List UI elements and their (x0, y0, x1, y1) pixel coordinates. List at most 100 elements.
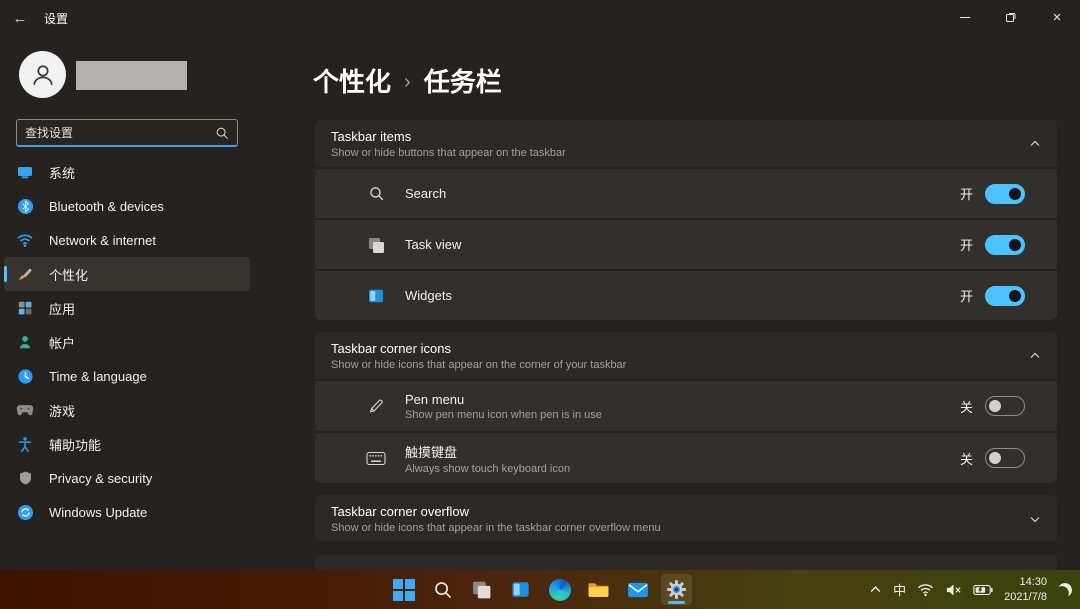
row-touch-keyboard: 触摸键盘 Always show touch keyboard icon 关 (315, 433, 1057, 483)
row-pen-menu: Pen menu Show pen menu icon when pen is … (315, 381, 1057, 431)
restore-button[interactable] (988, 0, 1034, 34)
back-button[interactable]: ← (0, 0, 40, 36)
settings-search-box[interactable] (16, 119, 238, 147)
widgets-icon (510, 579, 531, 600)
sidebar-item-label: 游戏 (49, 401, 75, 420)
sidebar-item-label: Time & language (49, 369, 147, 384)
edge-button[interactable] (544, 574, 575, 605)
sidebar-item-gaming[interactable]: 游戏 (4, 393, 250, 427)
gamepad-icon (16, 401, 34, 419)
folder-icon (587, 580, 610, 599)
pen-menu-toggle[interactable] (985, 396, 1025, 416)
sidebar-item-bluetooth-devices[interactable]: Bluetooth & devices (4, 189, 250, 223)
row-sublabel: Show pen menu icon when pen is in use (405, 409, 602, 421)
start-button[interactable] (388, 574, 419, 605)
toggle-state-label: 开 (960, 235, 973, 254)
mail-button[interactable] (622, 574, 653, 605)
apps-icon (16, 299, 34, 317)
chevron-up-icon[interactable] (1029, 350, 1041, 362)
widgets-icon (365, 285, 387, 307)
breadcrumb-personalization[interactable]: 个性化 (313, 62, 391, 99)
battery-icon[interactable] (973, 584, 993, 596)
system-tray: 中 14:30 2021/7/8 (869, 570, 1072, 609)
row-task-view: Task view 开 (315, 220, 1057, 269)
window-controls: × (942, 0, 1080, 34)
widgets-button[interactable] (505, 574, 536, 605)
toggle-state-label: 关 (960, 397, 973, 416)
file-explorer-button[interactable] (583, 574, 614, 605)
close-button[interactable]: × (1034, 0, 1080, 34)
person-icon (29, 61, 57, 89)
row-controls: 关 (960, 396, 1025, 416)
card-header-text: Taskbar items Show or hide buttons that … (331, 129, 1029, 159)
row-controls: 开 (960, 184, 1025, 204)
row-controls: 开 (960, 286, 1025, 306)
row-controls: 关 (960, 448, 1025, 468)
widgets-toggle[interactable] (985, 286, 1025, 306)
minimize-icon (960, 17, 970, 18)
ime-indicator[interactable]: 中 (893, 580, 906, 599)
chevron-down-icon[interactable] (1029, 513, 1041, 525)
sidebar: 系统 Bluetooth & devices Network & interne… (0, 36, 300, 609)
card-taskbar-items-header[interactable]: Taskbar items Show or hide buttons that … (315, 120, 1057, 167)
tray-chevron-up-icon[interactable] (869, 583, 882, 596)
search-toggle[interactable] (985, 184, 1025, 204)
sidebar-item-label: Network & internet (49, 233, 156, 248)
sidebar-item-network-internet[interactable]: Network & internet (4, 223, 250, 257)
tray-clock[interactable]: 14:30 2021/7/8 (1004, 575, 1047, 604)
taskbar-search-button[interactable] (427, 574, 458, 605)
search-icon (433, 580, 453, 600)
accounts-icon (16, 333, 34, 351)
clock-icon (16, 367, 34, 385)
taskbar-center-icons (388, 570, 692, 609)
row-widgets: Widgets 开 (315, 271, 1057, 320)
volume-muted-icon[interactable] (945, 583, 962, 597)
task-view-button[interactable] (466, 574, 497, 605)
sidebar-item-label: 系统 (49, 163, 75, 182)
task-view-toggle[interactable] (985, 235, 1025, 255)
toggle-knob (1009, 188, 1021, 200)
sidebar-item-privacy-security[interactable]: Privacy & security (4, 461, 250, 495)
breadcrumb-separator: › (404, 68, 411, 94)
sidebar-item-personalization[interactable]: 个性化 (4, 257, 250, 291)
edge-icon (549, 579, 571, 601)
sidebar-item-label: 个性化 (49, 265, 88, 284)
section-subtitle: Show or hide icons that appear on the co… (331, 359, 1029, 371)
search-input[interactable] (25, 126, 215, 140)
sidebar-item-apps[interactable]: 应用 (4, 291, 250, 325)
back-arrow-icon: ← (13, 10, 28, 27)
sidebar-item-windows-update[interactable]: Windows Update (4, 495, 250, 529)
sidebar-item-system[interactable]: 系统 (4, 155, 250, 189)
toggle-state-label: 关 (960, 449, 973, 468)
row-label: Pen menu (405, 392, 602, 407)
close-icon: × (1053, 10, 1062, 25)
settings-button[interactable] (661, 574, 692, 605)
card-corner-overflow-header[interactable]: Taskbar corner overflow Show or hide ico… (315, 495, 1057, 542)
breadcrumb: 个性化 › 任务栏 (313, 62, 502, 99)
mail-icon (627, 581, 649, 599)
window-title: 设置 (44, 10, 68, 27)
sidebar-item-accounts[interactable]: 帐户 (4, 325, 250, 359)
sidebar-item-time-language[interactable]: Time & language (4, 359, 250, 393)
focus-assist-moon-icon[interactable] (1056, 581, 1074, 599)
restore-icon (1005, 11, 1017, 23)
wifi-icon[interactable] (917, 583, 934, 597)
toggle-knob (989, 452, 1001, 464)
brush-icon (16, 265, 34, 283)
minimize-button[interactable] (942, 0, 988, 34)
user-name-redacted (76, 61, 187, 90)
update-icon (16, 503, 34, 521)
row-search: Search 开 (315, 169, 1057, 218)
chevron-up-icon[interactable] (1029, 138, 1041, 150)
section-title: Taskbar corner overflow (331, 504, 1029, 519)
card-corner-icons-header[interactable]: Taskbar corner icons Show or hide icons … (315, 332, 1057, 379)
section-title: Taskbar items (331, 129, 1029, 144)
tray-date: 2021/7/8 (1004, 590, 1047, 604)
touch-keyboard-toggle[interactable] (985, 448, 1025, 468)
search-icon (215, 126, 229, 140)
sidebar-item-accessibility[interactable]: 辅助功能 (4, 427, 250, 461)
row-controls: 开 (960, 235, 1025, 255)
section-subtitle: Show or hide buttons that appear on the … (331, 147, 1029, 159)
task-view-icon (471, 579, 492, 600)
avatar[interactable] (19, 51, 66, 98)
